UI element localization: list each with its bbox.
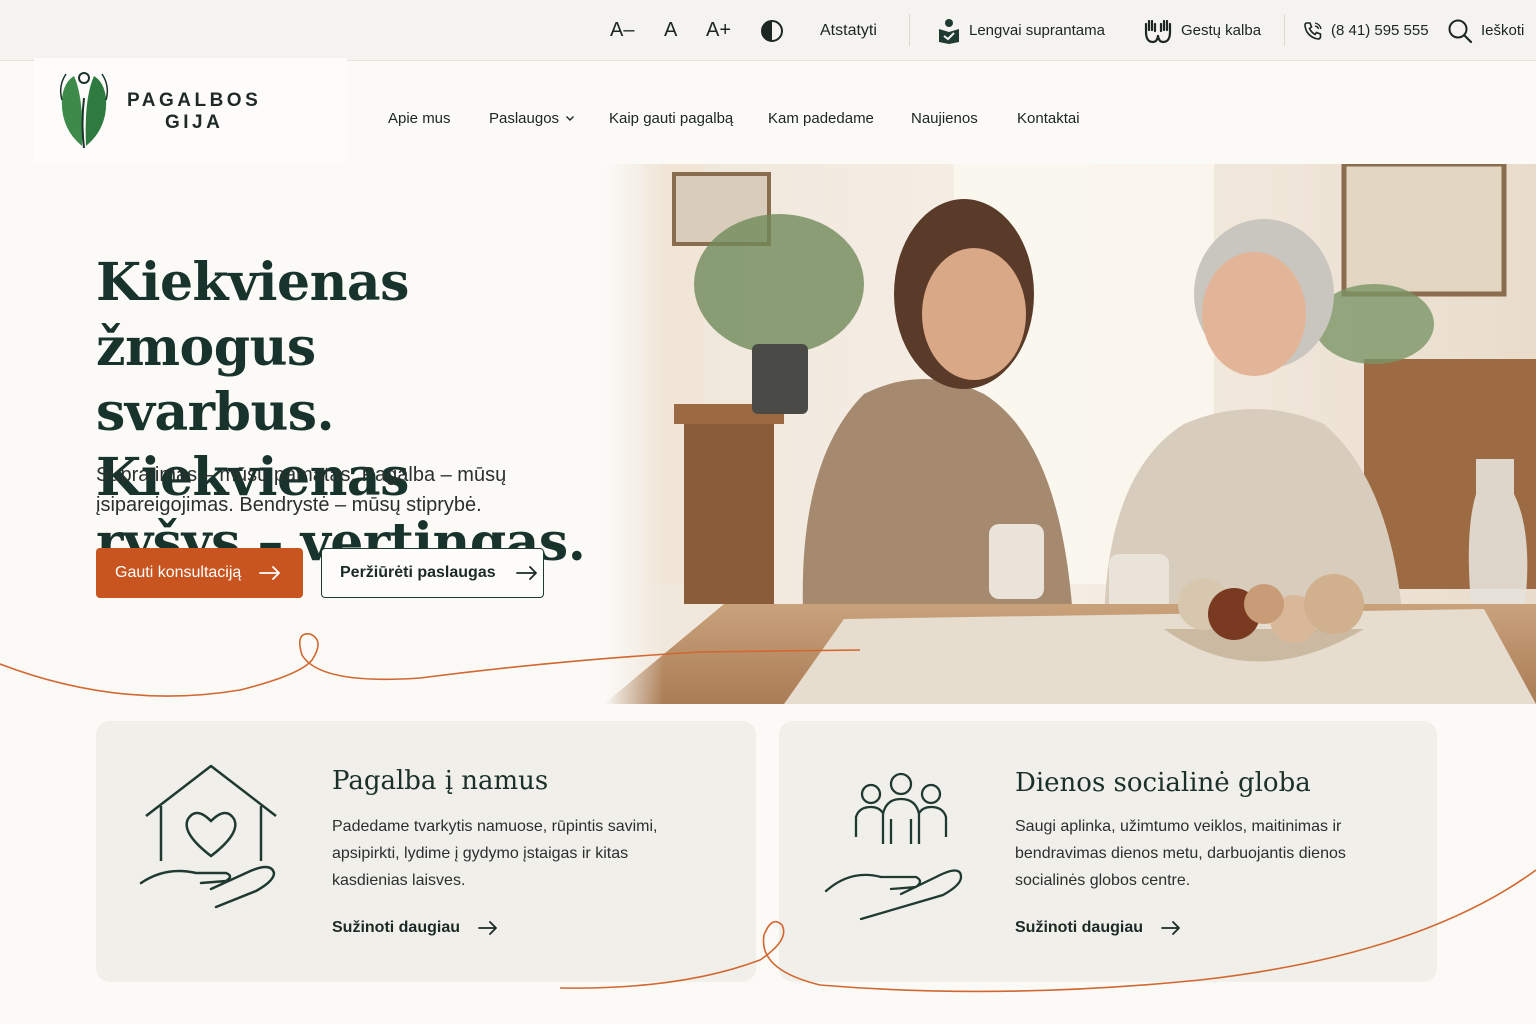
learn-more-label: Sužinoti daugiau (1015, 919, 1143, 936)
easy-read-button[interactable]: Lengvai suprantama (937, 0, 1105, 61)
hero-image (604, 164, 1536, 704)
nav-label: Kontaktai (1017, 109, 1080, 127)
toolbar-divider (909, 14, 910, 46)
sign-language-button[interactable]: Gestų kalba (1143, 0, 1261, 61)
people-hand-icon (824, 772, 963, 921)
font-decrease-label: A– (610, 19, 635, 41)
sign-language-label: Gestų kalba (1181, 22, 1262, 39)
logo-line-1: PAGALBOS (127, 90, 262, 111)
toolbar-divider (1284, 14, 1285, 46)
get-consultation-label: Gauti konsultaciją (115, 564, 242, 581)
nav-item-how-to-get-help[interactable]: Kaip gauti pagalbą (609, 108, 733, 128)
nav-label: Kaip gauti pagalbą (609, 109, 734, 127)
card-description: Padedame tvarkytis namuose, rūpintis sav… (332, 818, 658, 889)
accessibility-toolbar: A– A A+ Atstatyti Lengvai suprantama Ges… (0, 0, 1536, 61)
house-heart-hand-icon (139, 764, 277, 909)
view-services-button[interactable]: Peržiūrėti paslaugas (321, 548, 544, 598)
logo-line-2: GIJA (165, 112, 224, 133)
easy-read-icon (939, 18, 959, 44)
contrast-button[interactable] (760, 0, 784, 61)
font-increase-label: A+ (706, 19, 732, 41)
logo-icon (59, 72, 109, 149)
easy-read-label: Lengvai suprantama (969, 22, 1105, 39)
phone-link[interactable]: (8 41) 595 555 (1303, 0, 1429, 61)
nav-item-contacts[interactable]: Kontaktai (1017, 108, 1080, 128)
hero-title-line-1: Kiekvienas žmogus (96, 252, 409, 378)
nav-item-about[interactable]: Apie mus (388, 108, 451, 128)
get-consultation-button[interactable]: Gauti konsultaciją (96, 548, 303, 598)
card-title: Dienos socialinė globa (1015, 768, 1311, 798)
nav-label: Kam padedame (768, 109, 874, 127)
learn-more-link[interactable]: Sužinoti daugiau (332, 919, 498, 937)
learn-more-label: Sužinoti daugiau (332, 919, 460, 936)
nav-item-news[interactable]: Naujienos (911, 108, 978, 128)
arrow-right-icon (515, 566, 537, 580)
nav-item-services[interactable]: Paslaugos (489, 108, 575, 128)
font-normal-label: A (664, 19, 678, 41)
font-decrease-button[interactable]: A– (610, 0, 634, 61)
hero-photo-illustration (604, 164, 1536, 704)
logo-wordmark: PAGALBOS GIJA (127, 90, 261, 134)
hero-title: Kiekvienas žmogus svarbus. Kiekvienas ry… (96, 250, 616, 575)
font-normal-button[interactable]: A (664, 0, 677, 61)
nav-label: Apie mus (388, 109, 451, 127)
service-card-home-help: Pagalba į namus Padedame tvarkytis namuo… (96, 721, 756, 982)
view-services-label: Peržiūrėti paslaugas (340, 564, 496, 581)
reset-label: Atstatyti (820, 21, 877, 39)
chevron-down-icon (566, 116, 575, 121)
service-card-day-care: Dienos socialinė globa Saugi aplinka, už… (779, 721, 1437, 982)
nav-item-who-we-help[interactable]: Kam padedame (768, 108, 874, 128)
nav-label: Paslaugos (489, 109, 560, 127)
font-increase-button[interactable]: A+ (706, 0, 731, 61)
search-icon (1448, 19, 1473, 43)
arrow-right-icon (259, 566, 281, 580)
contrast-icon (761, 19, 783, 42)
phone-icon (1304, 21, 1322, 40)
search-label: Ieškoti (1481, 22, 1525, 39)
phone-number: (8 41) 595 555 (1331, 22, 1429, 39)
search-button[interactable]: Ieškoti (1447, 0, 1524, 61)
card-title: Pagalba į namus (332, 766, 549, 796)
card-description: Saugi aplinka, užimtumo veiklos, maitini… (1015, 818, 1346, 889)
arrow-right-icon (1161, 921, 1180, 935)
reset-button[interactable]: Atstatyti (820, 0, 877, 61)
nav-label: Naujienos (911, 109, 978, 127)
learn-more-link[interactable]: Sužinoti daugiau (1015, 919, 1181, 937)
sign-language-icon (1144, 19, 1172, 43)
arrow-right-icon (478, 921, 497, 935)
hero-subtitle: Supratimas – mūsų pamatas. Pagalba – mūs… (96, 464, 507, 516)
